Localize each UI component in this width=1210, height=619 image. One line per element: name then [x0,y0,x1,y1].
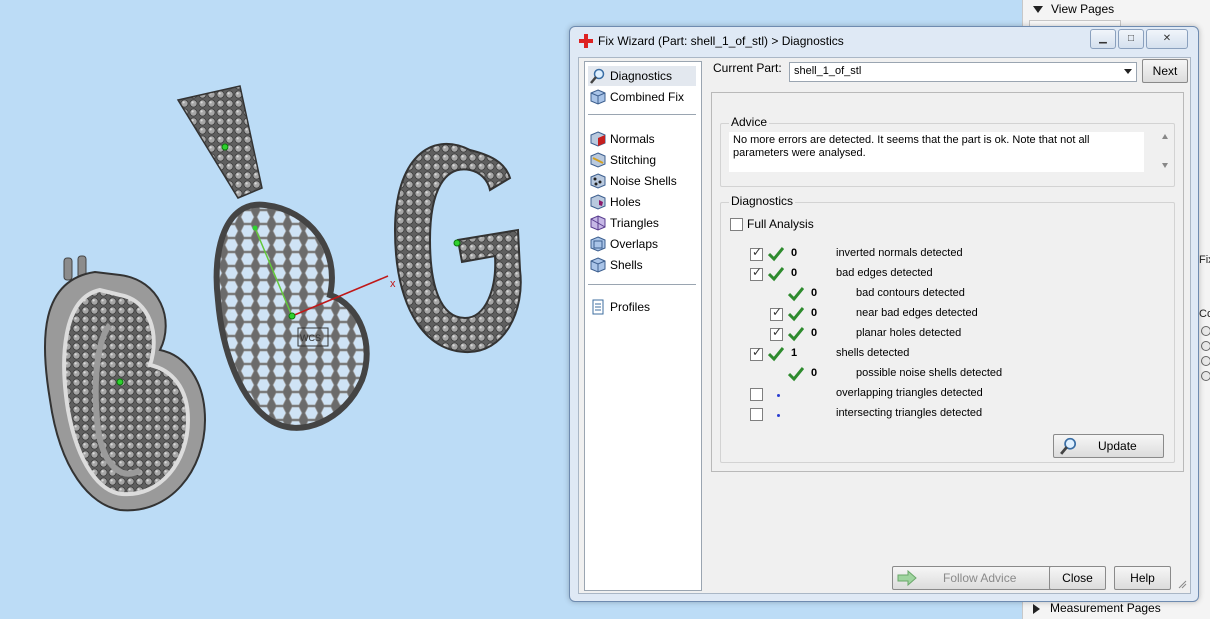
row-checkbox[interactable]: ✓ [750,246,763,261]
current-part-select[interactable]: shell_1_of_stl [789,62,1137,82]
check-icon [788,367,804,382]
arrow-right-icon [897,570,917,586]
check-icon [768,247,784,262]
follow-advice-button[interactable]: Follow Advice [892,566,1058,590]
diag-row-inverted-normals: ✓ 0 inverted normals detected [721,244,1161,264]
dialog-client: Diagnostics Combined Fix Normals Stitchi… [578,57,1191,594]
advice-text: No more errors are detected. It seems th… [729,132,1144,172]
nav-item-shells[interactable]: Shells [588,255,696,275]
fix-wizard-dialog: Fix Wizard (Part: shell_1_of_stl) > Diag… [569,26,1199,602]
magnifier-icon [590,68,605,84]
nav-separator [588,114,696,115]
current-part-value: shell_1_of_stl [794,65,862,77]
diag-row-bad-edges: ✓ 0 bad edges detected [721,264,1161,284]
expand-icon [1033,603,1040,614]
diag-row-shells: ✓ 1 shells detected [721,344,1161,364]
origin-label: WCS [300,333,321,343]
radio-3[interactable] [1201,356,1210,366]
nav-item-triangles[interactable]: Triangles [588,213,696,233]
check-icon [768,347,784,362]
nav-item-noise-shells[interactable]: Noise Shells [588,171,696,191]
magnifier-icon [1060,437,1077,455]
check-icon [768,267,784,282]
maximize-button[interactable]: □ [1118,29,1144,49]
collapse-icon [1033,6,1043,14]
pendant-bail[interactable] [176,85,263,199]
view-pages-section[interactable]: View Pages [1033,0,1114,18]
diagnostics-group: Diagnostics Full Analysis ✓ 0 inverted n… [720,194,1175,463]
normals-icon [590,131,606,147]
radio-2[interactable] [1201,341,1210,351]
diag-row-intersecting-triangles: intersecting triangles detected [721,404,1161,424]
chevron-down-icon [1124,69,1132,74]
advice-title: Advice [729,115,770,129]
holes-icon [590,194,606,210]
check-icon [788,307,804,322]
minimize-button[interactable]: ▁ [1090,29,1116,49]
close-button[interactable]: Close [1049,566,1106,590]
nav-item-profiles[interactable]: Profiles [588,297,696,317]
nav-item-holes[interactable]: Holes [588,192,696,212]
nav-item-normals[interactable]: Normals [588,129,696,149]
diagnostics-panel: Advice No more errors are detected. It s… [711,92,1184,472]
row-checkbox[interactable]: ✓ [770,306,783,321]
row-checkbox[interactable]: ✓ [770,326,783,341]
noise-shells-icon [590,173,606,189]
window-close-button[interactable]: ✕ [1146,29,1188,49]
full-analysis-label: Full Analysis [747,217,814,231]
shells-icon [590,257,606,273]
cut-label-fix: Fix [1199,254,1210,266]
dialog-title: Fix Wizard (Part: shell_1_of_stl) > Diag… [598,34,844,48]
dialog-titlebar[interactable]: Fix Wizard (Part: shell_1_of_stl) > Diag… [570,27,1198,55]
red-cross-icon [579,34,593,48]
cube-icon [590,89,606,105]
diag-row-near-bad-edges: ✓ 0 near bad edges detected [721,304,1161,324]
diag-row-planar-holes: ✓ 0 planar holes detected [721,324,1161,344]
row-checkbox[interactable]: ✓ [750,346,763,361]
axis-x-label: x [390,278,396,290]
check-icon [788,327,804,342]
diagnostics-title: Diagnostics [729,194,796,208]
nav-item-diagnostics[interactable]: Diagnostics [588,66,696,86]
row-checkbox[interactable] [750,388,763,401]
row-checkbox[interactable]: ✓ [750,266,763,281]
cut-label-co: Co [1199,308,1210,320]
overlaps-icon [590,236,606,252]
radio-1[interactable] [1201,326,1210,336]
wizard-nav: Diagnostics Combined Fix Normals Stitchi… [584,61,702,591]
resize-grip-icon[interactable] [1177,579,1187,589]
profiles-icon [592,299,604,315]
diag-row-noise-shells: 0 possible noise shells detected [721,364,1161,384]
diag-row-overlapping-triangles: overlapping triangles detected [721,384,1161,404]
current-part-label: Current Part: [713,61,782,75]
radio-4[interactable] [1201,371,1210,381]
row-checkbox[interactable] [750,408,763,421]
help-button[interactable]: Help [1114,566,1171,590]
nav-separator [588,284,696,285]
nav-item-combined-fix[interactable]: Combined Fix [588,87,696,107]
pendant-honeycomb[interactable]: x WCS [213,201,396,431]
update-button[interactable]: Update [1053,434,1164,458]
next-button[interactable]: Next [1142,59,1188,83]
advice-scrollbar[interactable] [1158,130,1172,172]
pending-dot-icon [777,394,780,397]
pendant-g[interactable] [393,143,522,354]
diag-row-bad-contours: 0 bad contours detected [721,284,1161,304]
nav-item-overlaps[interactable]: Overlaps [588,234,696,254]
advice-group: Advice No more errors are detected. It s… [720,115,1175,187]
full-analysis-checkbox[interactable] [730,218,743,231]
check-icon [788,287,804,302]
pending-dot-icon [777,414,780,417]
triangles-icon [590,215,606,231]
nav-item-stitching[interactable]: Stitching [588,150,696,170]
stitching-icon [590,152,606,168]
pendant-left[interactable] [43,255,207,512]
